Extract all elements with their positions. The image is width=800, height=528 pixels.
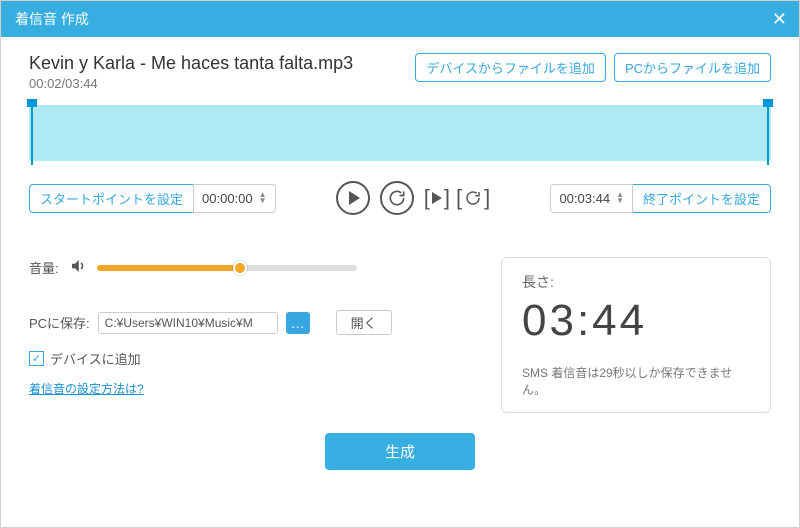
play-icon xyxy=(349,191,360,205)
reset-button[interactable] xyxy=(380,181,414,215)
add-to-device-checkbox[interactable]: ✓ xyxy=(29,351,44,366)
loop-icon[interactable] xyxy=(464,189,482,207)
window-title: 着信音 作成 xyxy=(15,9,89,29)
length-panel: 長さ: 03:44 SMS 着信音は29秒以しか保存できません。 xyxy=(501,257,771,413)
add-from-device-button[interactable]: デバイスからファイルを追加 xyxy=(415,53,606,82)
end-marker[interactable] xyxy=(763,99,773,107)
length-label: 長さ: xyxy=(522,272,750,292)
spinner-icon[interactable]: ▲▼ xyxy=(616,192,624,204)
add-to-device-label: デバイスに追加 xyxy=(50,349,141,368)
play-range-icon[interactable] xyxy=(432,192,442,204)
generate-button[interactable]: 生成 xyxy=(325,433,475,470)
help-link[interactable]: 着信音の設定方法は? xyxy=(29,382,144,396)
volume-label: 音量: xyxy=(29,258,59,277)
play-button[interactable] xyxy=(336,181,370,215)
bracket-close2-icon: ] xyxy=(484,185,490,211)
bracket-close-icon: ] xyxy=(444,185,450,211)
playback-time: 00:02/03:44 xyxy=(29,76,353,91)
end-time-field[interactable]: 00:03:44 ▲▼ xyxy=(550,184,633,213)
save-label: PCに保存: xyxy=(29,313,90,332)
bracket-open-icon: [ xyxy=(424,185,430,211)
add-from-pc-button[interactable]: PCからファイルを追加 xyxy=(614,53,771,82)
start-time-field[interactable]: 00:00:00 ▲▼ xyxy=(193,184,276,213)
close-icon[interactable]: ✕ xyxy=(772,9,787,30)
volume-slider[interactable] xyxy=(97,265,357,271)
save-path-input[interactable] xyxy=(98,312,278,334)
length-note: SMS 着信音は29秒以しか保存できません。 xyxy=(522,364,750,398)
set-start-point-button[interactable]: スタートポイントを設定 xyxy=(29,184,193,213)
start-marker[interactable] xyxy=(27,99,37,107)
end-time-value: 00:03:44 xyxy=(559,191,610,206)
file-info: Kevin y Karla - Me haces tanta falta.mp3… xyxy=(29,53,353,91)
start-time-value: 00:00:00 xyxy=(202,191,253,206)
speaker-icon[interactable] xyxy=(69,257,87,278)
spinner-icon[interactable]: ▲▼ xyxy=(259,192,267,204)
refresh-icon xyxy=(387,188,407,208)
length-value: 03:44 xyxy=(522,296,750,346)
set-end-point-button[interactable]: 終了ポイントを設定 xyxy=(633,184,771,213)
titlebar: 着信音 作成 ✕ xyxy=(1,1,799,37)
bracket-open2-icon: [ xyxy=(456,185,462,211)
file-name: Kevin y Karla - Me haces tanta falta.mp3 xyxy=(29,53,353,74)
open-button[interactable]: 開く xyxy=(336,310,392,335)
waveform[interactable] xyxy=(29,105,771,161)
browse-button[interactable]: … xyxy=(286,312,310,334)
